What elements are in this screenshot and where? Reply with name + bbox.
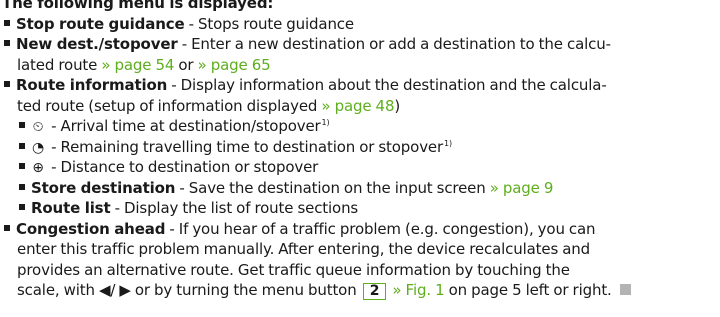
sub-item-remaining-time: ◔ - Remaining travelling time to destina… <box>2 137 718 158</box>
list-item-continuation: ted route (setup of information displaye… <box>2 96 718 117</box>
item-desc: - Distance to destination or stopover <box>47 158 319 176</box>
list-item-new-dest-stopover: New dest./stopover - Enter a new destina… <box>2 34 718 55</box>
item-desc: - Remaining travelling time to destinati… <box>47 137 444 156</box>
list-item-continuation: provides an alternative route. Get traff… <box>2 260 718 281</box>
item-desc: provides an alternative route. Get traff… <box>17 260 570 279</box>
bullet-square-icon <box>19 163 25 169</box>
item-label: New dest./stopover <box>16 35 178 53</box>
bullet-square-icon <box>4 81 10 87</box>
list-item-continuation: scale, with ◀/ ▶ or by turning the menu … <box>2 280 718 301</box>
item-desc: - Display the list of route sections <box>110 199 359 217</box>
item-desc: or <box>174 55 198 74</box>
item-desc: scale, with ◀/ ▶ or by turning the menu … <box>17 281 361 299</box>
item-desc: ted route (setup of information displaye… <box>17 96 322 115</box>
item-desc: lated route <box>17 55 102 74</box>
bullet-square-icon <box>19 122 25 128</box>
sub-item-arrival-time: ⏲ - Arrival time at destination/stopover… <box>2 116 718 137</box>
item-desc: ) <box>394 96 401 115</box>
item-desc: - Stops route guidance <box>184 14 355 33</box>
item-desc: on page 5 left or right. <box>444 281 612 299</box>
footnote-marker: 1) <box>321 118 330 127</box>
page-48-link[interactable]: » page 48 <box>321 97 394 115</box>
list-item-route-information: Route information - Display information … <box>2 75 718 96</box>
timer-icon: ◔ <box>31 139 45 156</box>
list-item-congestion-ahead: Congestion ahead - If you hear of a traf… <box>2 219 718 240</box>
intro-heading: The following menu is displayed: <box>2 0 274 12</box>
item-desc: enter this traffic problem manually. Aft… <box>17 240 591 258</box>
item-label: Stop route guidance <box>16 14 185 33</box>
manual-page: The following menu is displayed: Stop ro… <box>2 0 718 301</box>
fig-1-link[interactable]: » Fig. 1 <box>392 281 444 299</box>
bullet-square-icon <box>4 40 10 46</box>
crosshair-icon: ⊕ <box>32 160 44 176</box>
item-label: Store destination <box>31 178 176 197</box>
sub-item-route-list: Route list - Display the list of route s… <box>2 198 718 219</box>
list-item-continuation: lated route » page 54 or » page 65 <box>2 55 718 76</box>
bullet-square-icon <box>19 183 25 190</box>
item-desc: - Enter a new destination or add a desti… <box>177 35 611 53</box>
item-desc: - Arrival time at destination/stopover <box>47 117 321 135</box>
item-desc: - Display information about the destinat… <box>167 76 607 94</box>
clock-icon: ⏲ <box>32 119 44 135</box>
menu-button-key: 2 <box>362 283 387 300</box>
intro-line: The following menu is displayed: <box>2 0 718 14</box>
list-item-continuation: enter this traffic problem manually. Aft… <box>2 239 718 260</box>
bullet-square-icon <box>19 204 25 210</box>
sub-item-store-destination: Store destination - Save the destination… <box>2 178 718 199</box>
page-65-link[interactable]: » page 65 <box>198 56 271 74</box>
list-item-stop-route-guidance: Stop route guidance - Stops route guidan… <box>2 14 718 35</box>
item-label: Route information <box>16 76 168 94</box>
page-9-link[interactable]: » page 9 <box>490 179 554 197</box>
bullet-square-icon <box>19 142 25 149</box>
item-label: Route list <box>31 199 111 217</box>
footnote-marker: 1) <box>444 138 452 148</box>
item-desc: - If you hear of a traffic problem (e.g.… <box>165 219 596 238</box>
bullet-square-icon <box>4 224 10 231</box>
item-desc: - Save the destination on the input scre… <box>175 178 490 197</box>
sub-item-distance: ⊕ - Distance to destination or stopover <box>2 157 718 178</box>
page-54-link[interactable]: » page 54 <box>101 56 174 74</box>
section-end-icon <box>619 283 631 295</box>
item-label: Congestion ahead <box>16 219 166 238</box>
bullet-square-icon <box>4 19 10 26</box>
